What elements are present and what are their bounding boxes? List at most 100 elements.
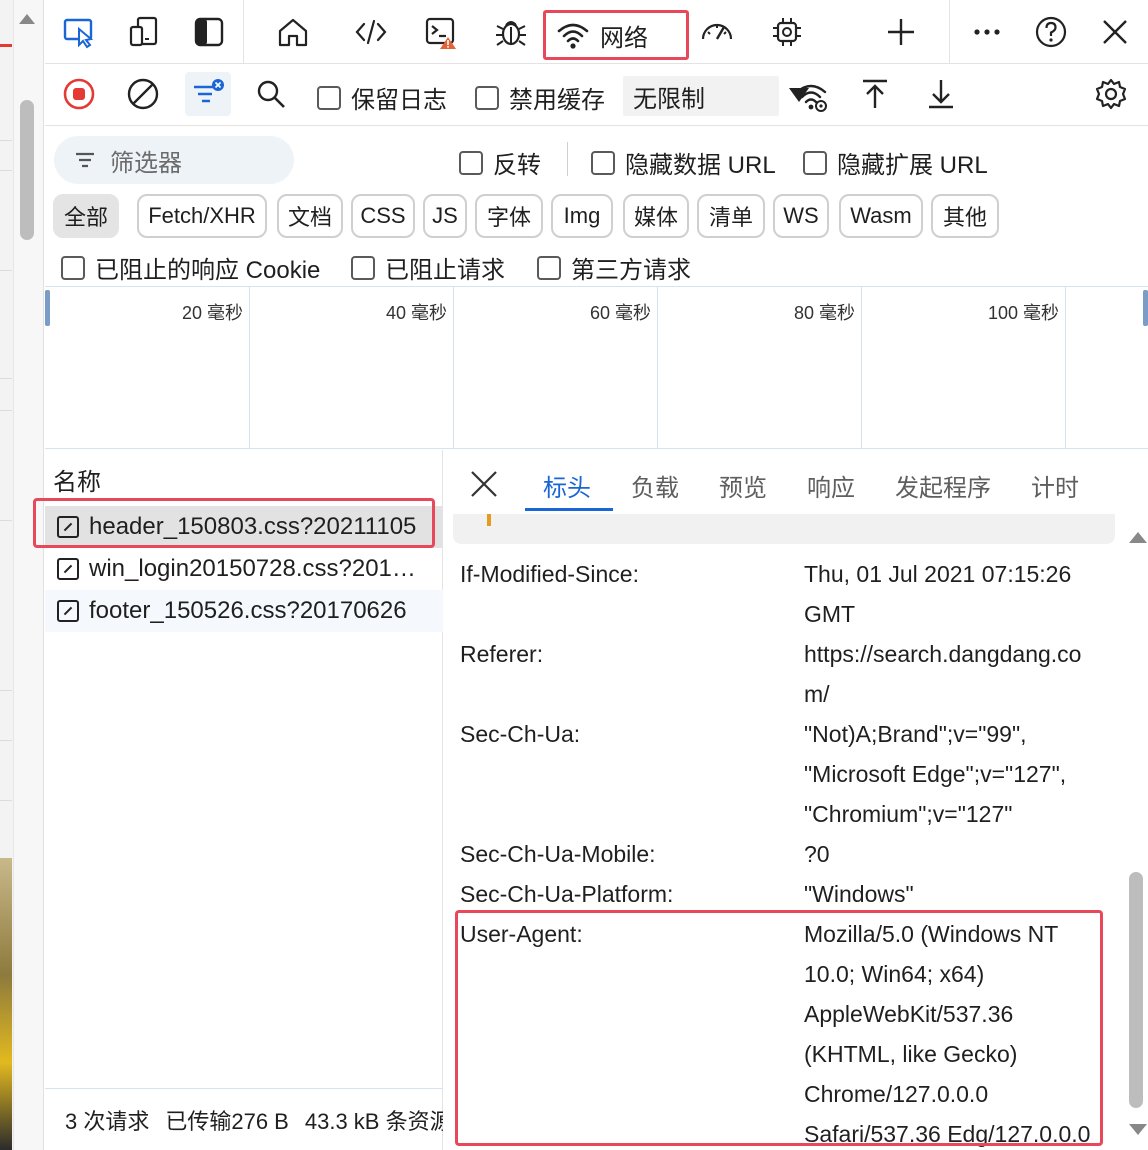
tab-preview[interactable]: 预览 — [719, 468, 767, 503]
chip-doc[interactable]: 文档 — [277, 194, 343, 238]
chip-other[interactable]: 其他 — [931, 194, 999, 238]
disable-cache-label: 禁用缓存 — [509, 87, 605, 114]
memory-icon[interactable] — [767, 12, 807, 52]
header-name: If-Modified-Since: — [460, 561, 639, 587]
status-request-count: 3 次请求 — [65, 1108, 150, 1134]
chip-manifest[interactable]: 清单 — [697, 194, 765, 238]
blocked-requests-checkbox[interactable]: 已阻止请求 — [351, 250, 505, 285]
chip-ws[interactable]: WS — [773, 194, 829, 238]
details-scrollbar[interactable] — [1125, 520, 1148, 1150]
record-icon[interactable] — [59, 74, 99, 114]
timeline-tick-label: 20 毫秒 — [181, 303, 243, 323]
tab-payload[interactable]: 负载 — [631, 468, 679, 503]
hide-data-urls-checkbox[interactable]: 隐藏数据 URL — [591, 145, 776, 180]
inspect-icon[interactable] — [59, 12, 99, 52]
chip-css[interactable]: CSS — [351, 194, 415, 238]
header-value: "Windows" — [804, 881, 914, 907]
invert-checkbox[interactable]: 反转 — [459, 145, 541, 180]
tab-headers[interactable]: 标头 — [543, 468, 591, 503]
header-name: Sec-Ch-Ua-Platform: — [460, 881, 674, 907]
page-scrollbar[interactable] — [14, 0, 44, 1150]
status-transferred: 已传输276 B — [165, 1108, 289, 1134]
active-tab-indicator — [525, 508, 613, 511]
checkbox-box[interactable] — [351, 255, 375, 280]
blocked-cookies-checkbox[interactable]: 已阻止的响应 Cookie — [61, 250, 320, 285]
filter-input[interactable]: 筛选器 — [54, 136, 294, 184]
timeline-tick-label: 60 毫秒 — [589, 303, 651, 323]
timeline-tick-label: 80 毫秒 — [793, 303, 855, 323]
header-value: https://search.dangdang.co m/ — [804, 641, 1082, 707]
tab-network[interactable]: 网络 — [543, 10, 689, 60]
tab-timing[interactable]: 计时 — [1031, 468, 1079, 503]
tab-response[interactable]: 响应 — [807, 468, 855, 503]
scroll-up-icon[interactable] — [1129, 532, 1147, 543]
performance-icon[interactable] — [697, 12, 737, 52]
elements-icon[interactable] — [351, 12, 391, 52]
blocked-requests-label: 已阻止请求 — [385, 257, 505, 284]
search-icon[interactable] — [251, 74, 291, 114]
chip-font[interactable]: 字体 — [475, 194, 543, 238]
third-party-checkbox[interactable]: 第三方请求 — [537, 250, 691, 285]
details-scroll-thumb[interactable] — [1129, 872, 1143, 1108]
scroll-down-icon[interactable] — [1129, 1124, 1147, 1135]
request-row[interactable]: footer_150526.css?20170626 — [45, 590, 443, 632]
tab-initiator[interactable]: 发起程序 — [895, 468, 991, 503]
checkbox-box[interactable] — [61, 255, 85, 280]
chip-media[interactable]: 媒体 — [623, 194, 689, 238]
checkbox-box[interactable] — [475, 85, 499, 110]
checkbox-box[interactable] — [591, 150, 615, 175]
timeline-right-handle[interactable] — [1143, 290, 1148, 326]
column-header-name[interactable]: 名称 — [53, 462, 101, 497]
sources-bug-icon[interactable] — [491, 12, 531, 52]
clear-icon[interactable] — [123, 74, 163, 114]
close-devtools-icon[interactable] — [1095, 12, 1135, 52]
checkbox-box[interactable] — [317, 85, 341, 110]
header-name: Sec-Ch-Ua-Mobile: — [460, 841, 656, 867]
network-icon — [557, 23, 589, 49]
filter-placeholder: 筛选器 — [110, 149, 182, 177]
export-har-icon[interactable] — [921, 74, 961, 114]
chip-wasm[interactable]: Wasm — [839, 194, 923, 238]
preserve-log-checkbox[interactable]: 保留日志 — [317, 80, 447, 115]
import-har-icon[interactable] — [855, 74, 895, 114]
chip-js[interactable]: JS — [423, 194, 467, 238]
filter-icon — [76, 152, 94, 168]
filter-toggle-icon[interactable] — [185, 72, 231, 116]
network-conditions-icon[interactable] — [791, 76, 831, 116]
timeline-tick-label: 40 毫秒 — [385, 303, 447, 323]
user-agent-highlight — [455, 910, 1103, 1146]
request-name: footer_150526.css?20170626 — [89, 597, 407, 624]
checkbox-box[interactable] — [537, 255, 561, 280]
add-tool-icon[interactable] — [881, 12, 921, 52]
network-settings-gear-icon[interactable] — [1091, 74, 1131, 114]
close-details-icon[interactable] — [469, 466, 499, 502]
preserve-log-label: 保留日志 — [351, 87, 447, 114]
chip-fetch-xhr[interactable]: Fetch/XHR — [137, 194, 267, 238]
chip-img[interactable]: Img — [551, 194, 613, 238]
throttling-select[interactable]: 无限制 — [623, 76, 809, 116]
timeline-left-handle[interactable] — [45, 290, 50, 326]
hide-extension-urls-checkbox[interactable]: 隐藏扩展 URL — [803, 145, 988, 180]
stylesheet-file-icon — [57, 558, 79, 580]
checkbox-box[interactable] — [803, 150, 827, 175]
chip-all[interactable]: 全部 — [53, 194, 119, 238]
console-icon[interactable] — [421, 12, 461, 52]
filter-divider — [567, 142, 568, 176]
home-icon[interactable] — [273, 12, 313, 52]
dock-side-icon[interactable] — [189, 12, 229, 52]
page-scroll-thumb[interactable] — [20, 100, 34, 240]
more-icon[interactable] — [967, 12, 1007, 52]
timeline-gridline — [1065, 287, 1066, 449]
request-row[interactable]: win_login20150728.css?20170626 — [45, 548, 443, 590]
scroll-up-icon[interactable] — [19, 14, 35, 24]
throttling-value: 无限制 — [633, 85, 705, 113]
checkbox-box[interactable] — [459, 150, 483, 175]
hide-data-urls-label: 隐藏数据 URL — [625, 152, 776, 179]
timeline-gridline — [453, 287, 454, 449]
timeline-gridline — [861, 287, 862, 449]
device-emulation-icon[interactable] — [125, 12, 165, 52]
help-icon[interactable] — [1031, 12, 1071, 52]
timeline-overview[interactable]: 20 毫秒 40 毫秒 60 毫秒 80 毫秒 100 毫秒 — [45, 286, 1148, 449]
disable-cache-checkbox[interactable]: 禁用缓存 — [475, 80, 605, 115]
selected-row-highlight — [33, 498, 435, 548]
